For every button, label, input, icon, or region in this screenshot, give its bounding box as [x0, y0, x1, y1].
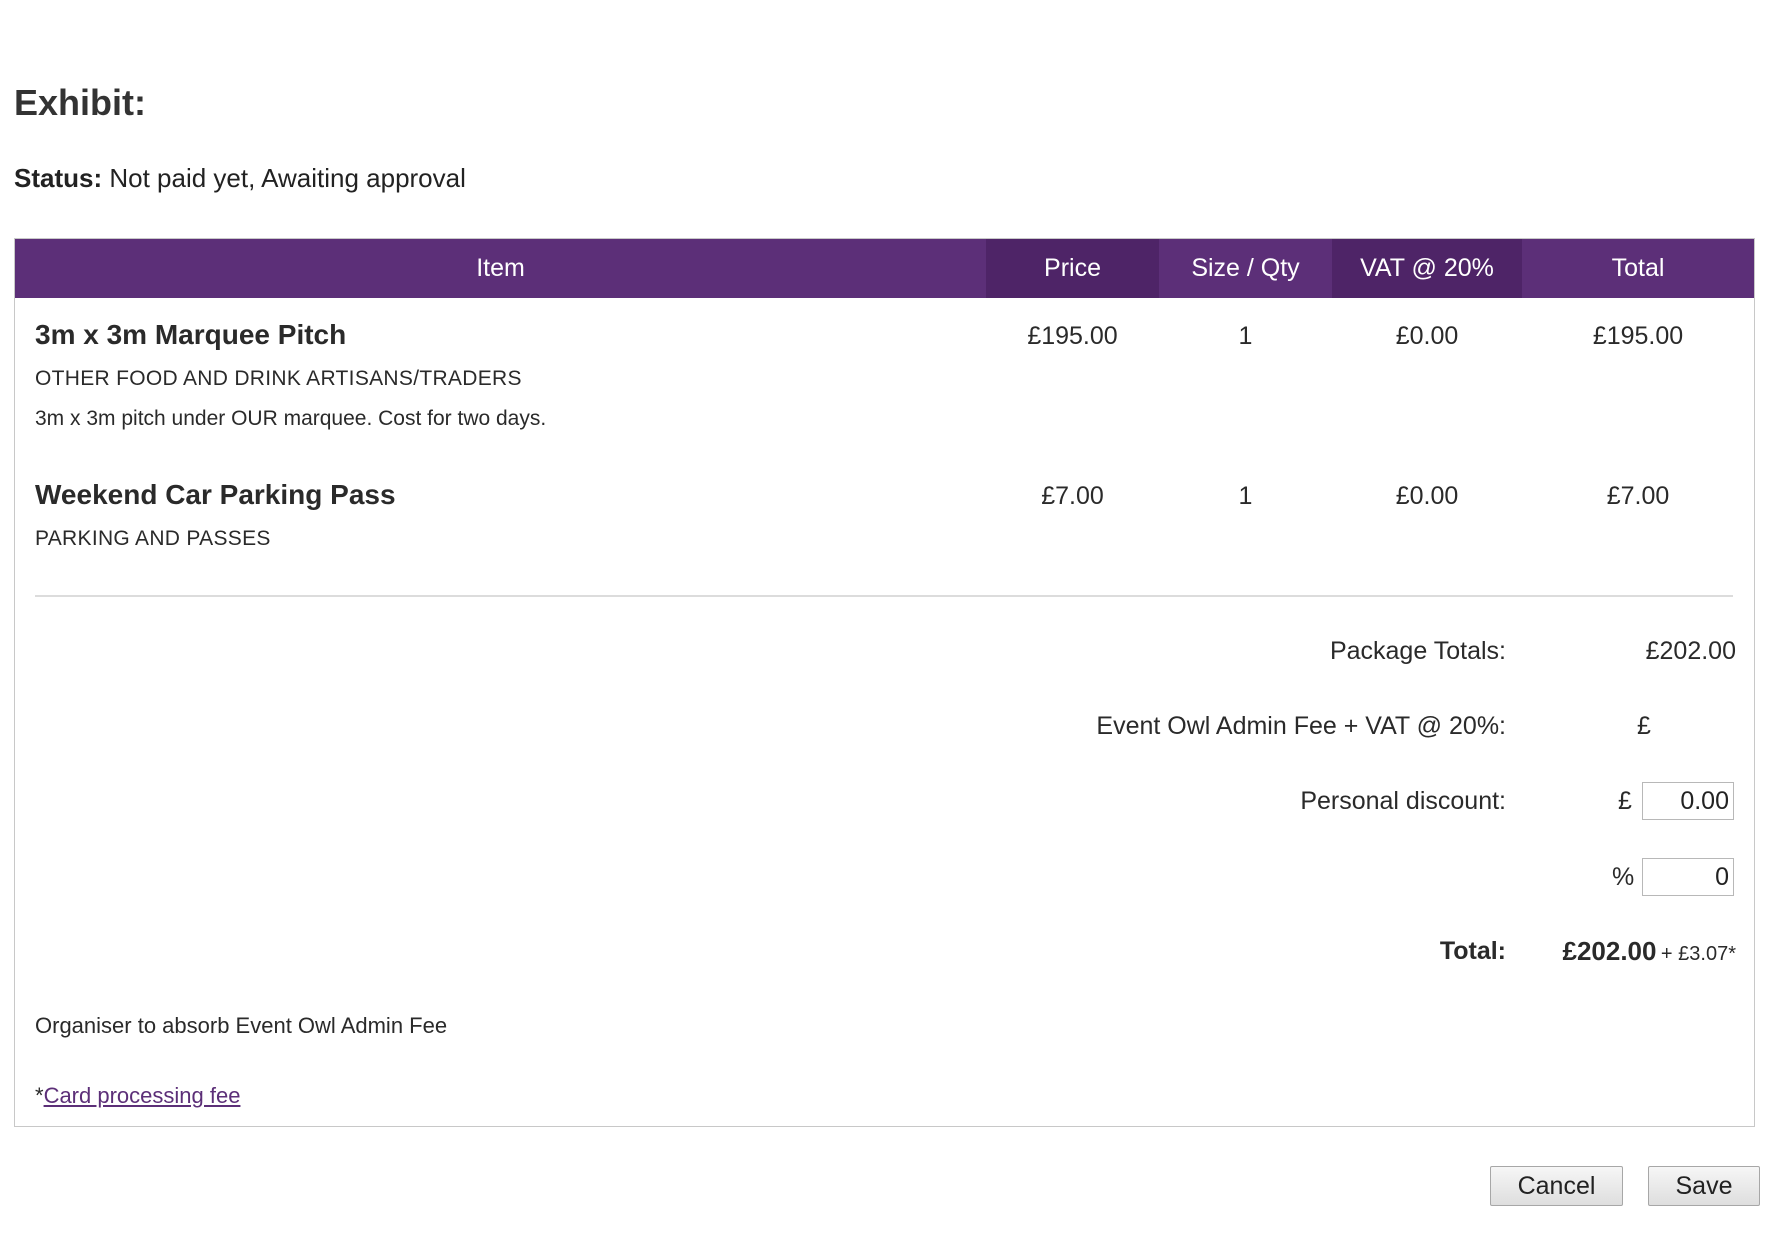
total-label: Total: [1439, 937, 1506, 965]
header-price: Price [986, 239, 1159, 298]
cancel-button[interactable]: Cancel [1490, 1166, 1623, 1206]
discount-label: Personal discount: [1300, 787, 1506, 815]
row-1-qty: 1 [1238, 322, 1253, 350]
row-1-vat: £0.00 [1395, 322, 1459, 350]
row-2-name: Weekend Car Parking Pass [35, 479, 396, 510]
header-item: Item [15, 239, 986, 298]
admin-fee-value: £ [1637, 712, 1651, 740]
row-1-description: 3m x 3m pitch under OUR marquee. Cost fo… [35, 407, 547, 430]
discount-percent-symbol: % [1612, 863, 1635, 891]
package-totals-value: £202.00 [1645, 637, 1736, 665]
total-value-group: £202.00 + £3.07* [1562, 936, 1736, 967]
card-processing-fee-link[interactable]: Card processing fee [44, 1083, 241, 1108]
header-total: Total [1522, 239, 1754, 298]
status-line: Status: Not paid yet, Awaiting approval [14, 163, 466, 194]
package-totals-label: Package Totals: [1329, 637, 1506, 665]
save-button[interactable]: Save [1648, 1166, 1760, 1206]
total-value: £202.00 [1562, 936, 1657, 966]
row-1-category: OTHER FOOD AND DRINK ARTISANS/TRADERS [35, 367, 522, 390]
row-2-vat: £0.00 [1395, 482, 1459, 510]
table-header: Item Price Size / Qty VAT @ 20% Total [15, 239, 1754, 298]
table-divider [35, 595, 1733, 597]
card-fee-asterisk: * [35, 1083, 44, 1108]
exhibit-heading: Exhibit: [14, 82, 146, 123]
discount-percent-input[interactable] [1642, 858, 1734, 896]
admin-fee-label: Event Owl Admin Fee + VAT @ 20%: [1096, 712, 1506, 740]
row-2-category: PARKING AND PASSES [35, 527, 271, 550]
header-qty: Size / Qty [1159, 239, 1332, 298]
row-1-total: £195.00 [1592, 322, 1684, 350]
row-2-price: £7.00 [1041, 482, 1104, 510]
status-label: Status: [14, 163, 103, 193]
row-2-total: £7.00 [1606, 482, 1670, 510]
card-fee-note: *Card processing fee [35, 1083, 240, 1109]
absorb-fee-note: Organiser to absorb Event Owl Admin Fee [35, 1013, 448, 1038]
discount-currency-symbol: £ [1618, 787, 1632, 815]
row-1-name: 3m x 3m Marquee Pitch [35, 319, 347, 350]
row-2-qty: 1 [1238, 482, 1253, 510]
status-value: Not paid yet, Awaiting approval [109, 163, 466, 193]
discount-amount-input[interactable] [1642, 782, 1734, 820]
order-panel: Item Price Size / Qty VAT @ 20% Total 3m… [14, 238, 1755, 1127]
row-1-price: £195.00 [1027, 322, 1118, 350]
header-vat: VAT @ 20% [1332, 239, 1522, 298]
total-card-fee: + £3.07* [1660, 943, 1736, 965]
